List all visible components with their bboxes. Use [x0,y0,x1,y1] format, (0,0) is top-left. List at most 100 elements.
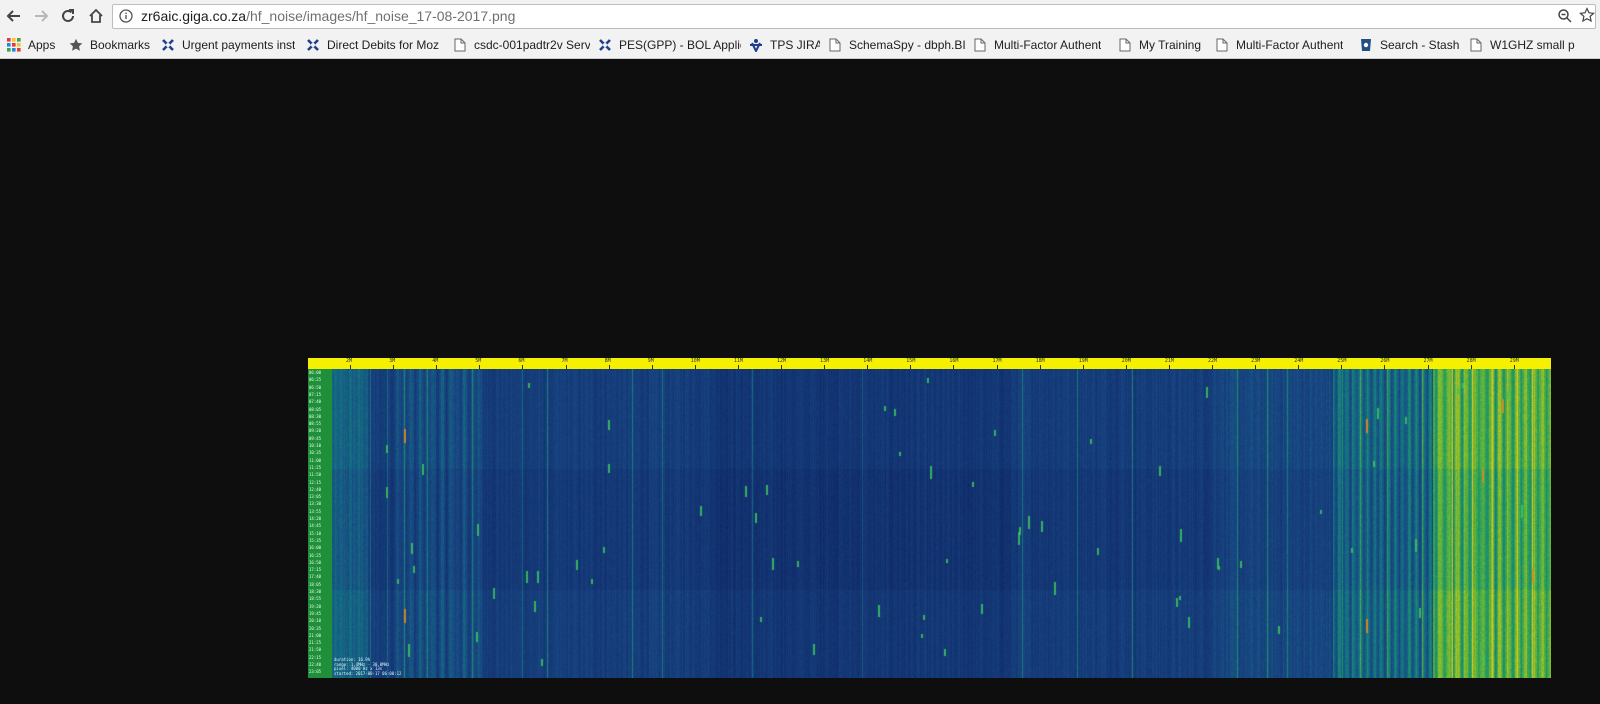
bookmark-item[interactable]: PES(GPP) - BOL Applic [597,36,741,54]
frequency-tick-label: 16M [949,358,959,364]
star-icon [68,37,84,53]
time-tick-label: 12:40 [309,486,322,492]
time-tick-label: 10:10 [309,443,322,448]
bookmark-item[interactable]: My Training [1117,36,1207,54]
bookmark-label: csdc-001padtr2v Serv [474,38,590,52]
bookmark-label: Bookmarks [90,38,151,52]
frequency-tick-label: 5M [475,358,482,364]
frequency-tick-label: 12M [777,358,787,364]
app-logo-icon [597,37,613,53]
time-tick-label: 21:50 [309,647,322,653]
time-tick-label: 11:00 [309,457,322,463]
time-tick-label: 14:45 [309,523,322,529]
forward-button[interactable] [29,4,53,28]
frequency-tick-label: 10M [690,358,700,364]
home-icon [89,8,103,23]
bookmark-label: My Training [1139,38,1202,52]
time-tick-label: 13:30 [309,501,322,507]
time-tick-label: 09:45 [309,435,322,441]
frequency-tick-label: 23M [1251,358,1261,364]
app-logo-icon [305,37,321,53]
bookmark-label: TPS JIRA [770,38,820,52]
time-tick-label: 14:20 [309,516,322,521]
page-icon [972,37,988,53]
frequency-tick-label: 28M [1466,358,1476,364]
info-icon[interactable] [119,9,133,28]
bookmark-item[interactable]: Apps [6,36,64,54]
frequency-tick-label: 7M [561,358,568,364]
frequency-tick-label: 14M [863,358,873,364]
bookmark-label: Multi-Factor Authent [1236,38,1344,52]
bookmark-label: SchemaSpy - dbph.BI [849,38,965,52]
bookmark-item[interactable]: Direct Debits for Moz [305,36,445,54]
url-text[interactable]: zr6aic.giga.co.za/hf_noise/images/hf_noi… [141,8,515,24]
info-line: started: 2017-08-17 06:00:12 [334,670,402,676]
bookmark-item[interactable]: Multi-Factor Authent [972,36,1110,54]
bookmark-item[interactable]: W1GHZ small p [1468,36,1600,54]
waterfall-plot [332,369,1551,678]
time-tick-label: 18:05 [309,581,322,587]
time-tick-label: 17:40 [309,574,322,580]
bookmark-star-icon[interactable] [1578,7,1596,28]
time-tick-label: 06:00 [309,370,322,375]
bookmark-item[interactable]: Multi-Factor Authent [1214,36,1352,54]
time-tick-label: 19:45 [309,610,322,616]
bookmark-label: PES(GPP) - BOL Applic [619,38,741,52]
time-tick-label: 13:05 [309,494,322,500]
time-tick-label: 13:55 [309,508,322,514]
bookmark-item[interactable]: Urgent payments inst [160,36,298,54]
frequency-tick-label: 27M [1423,358,1433,364]
frequency-tick-label: 8M [604,358,611,364]
time-tick-label: 10:35 [309,450,322,456]
home-button[interactable] [84,4,108,28]
bookmark-item[interactable]: SchemaSpy - dbph.BI [827,36,965,54]
frequency-tick-label: 6M [518,358,525,364]
frequency-tick-label: 17M [992,358,1002,364]
frequency-tick-label: 25M [1337,358,1347,364]
time-tick-label: 22:15 [309,654,322,660]
time-tick-label: 19:20 [309,603,322,609]
url-path: /hf_noise/images/hf_noise_17-08-2017.png [246,8,516,24]
time-tick-label: 20:10 [309,618,322,624]
bookmark-item[interactable]: csdc-001padtr2v Serv [452,36,590,54]
app-logo-icon [160,37,176,53]
address-bar[interactable]: zr6aic.giga.co.za/hf_noise/images/hf_noi… [112,4,1596,29]
time-tick-label: 15:35 [309,537,322,543]
back-button[interactable] [2,4,26,28]
frequency-axis: 2M 3M 4M 5M 6M 7M 8M 9M 10M 11M 12M 13M 14M 15M 16M 17M… [308,358,1551,369]
time-tick-label: 09:20 [309,428,322,434]
frequency-tick-label: 11M [733,358,743,364]
time-tick-label: 22:40 [309,662,322,667]
page-icon [1214,37,1230,53]
frequency-tick-label: 22M [1208,358,1218,364]
time-tick-label: 20:35 [309,625,322,631]
time-tick-label: 11:25 [309,464,322,470]
apps-grid-icon [6,37,22,53]
bookmark-label: Search - Stash [1380,38,1460,52]
time-tick-label: 16:00 [309,545,322,551]
time-tick-label: 12:15 [309,479,322,485]
reload-icon [62,9,74,22]
time-tick-label: 07:40 [309,399,322,405]
page-icon [1468,37,1484,53]
bookmark-item[interactable]: Search - Stash [1358,36,1462,54]
stash-icon [1358,37,1374,53]
spectrogram-info: duration: 16.9h range: 1.4MHz - 30.0MHz … [334,657,424,676]
time-tick-label: 08:55 [309,421,322,427]
bookmark-item[interactable]: Bookmarks [68,36,156,54]
zoom-magnifier-icon[interactable] [1557,8,1573,29]
bookmarks-bar: Apps Bookmarks Urgent payments inst Direct … [0,33,1600,57]
hf-noise-spectrogram-image: 2M 3M 4M 5M 6M 7M 8M 9M 10M 11M 12M 13M 14M 15M 16M 17M… [308,358,1551,678]
frequency-tick-label: 2M [346,358,353,364]
time-tick-label: 21:00 [309,632,322,638]
frequency-tick-label: 13M [820,358,830,364]
forward-arrow-icon [35,10,49,22]
url-host: zr6aic.giga.co.za [141,8,247,24]
bookmark-label: Multi-Factor Authent [994,38,1102,52]
navigation-bar: zr6aic.giga.co.za/hf_noise/images/hf_noi… [0,0,1600,33]
reload-button[interactable] [56,4,80,28]
frequency-tick-label: 4M [432,358,439,364]
page-icon [1117,37,1133,53]
time-tick-label: 18:30 [309,589,322,594]
bookmark-item[interactable]: TPS JIRA [748,36,820,54]
